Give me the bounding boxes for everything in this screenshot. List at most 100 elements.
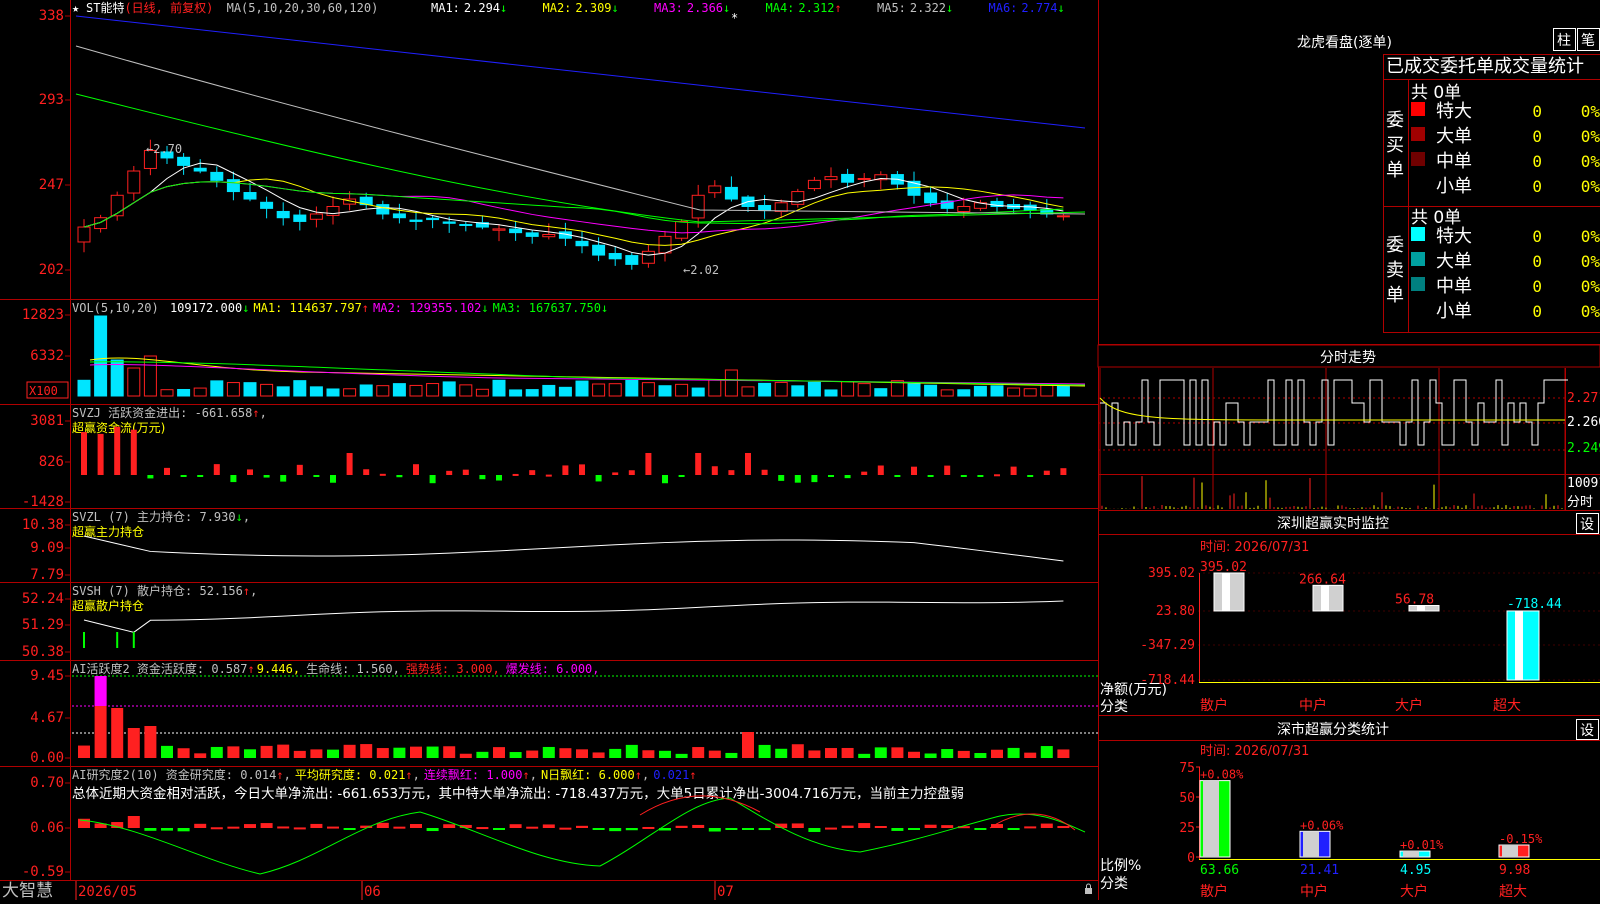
vol-ma1: MA1: 114637.797: [253, 301, 361, 315]
flow-bar: [911, 466, 917, 475]
research-bar: [177, 828, 190, 832]
candle-down: [724, 186, 738, 200]
flow-bar: [977, 475, 984, 477]
flow-bar: [745, 453, 751, 475]
flow-bar: [579, 464, 585, 475]
volume-bar: [343, 388, 357, 397]
activity-bar: [393, 747, 406, 758]
classify-y-tick: 50: [1179, 791, 1195, 806]
classify-title: 深市超赢分类统计: [1277, 721, 1389, 738]
activity-bar: [659, 750, 671, 758]
flow-bar: [662, 475, 668, 484]
activity-bar: [692, 747, 705, 758]
intraday-y-tick: 2.249: [1567, 441, 1600, 456]
volume-bar: [193, 387, 207, 397]
activity-bar: [576, 749, 588, 758]
flow-bar: [529, 470, 536, 475]
research-bar: [592, 828, 605, 830]
flow-bar: [180, 475, 187, 477]
volume-bar: [525, 389, 539, 397]
candle-down: [293, 214, 307, 222]
volume-bar: [774, 381, 788, 397]
activity-bar: [791, 744, 804, 758]
classify-ylabel: 比例%: [1100, 858, 1141, 874]
intraday-vol-tick: 10091: [1567, 476, 1600, 491]
volume-bar: [110, 359, 124, 397]
volume-bar: [77, 379, 91, 397]
activity-bar: [941, 749, 954, 758]
activity-bar: [144, 726, 157, 758]
order-pct: 0%: [1581, 277, 1600, 296]
y-tick-label: 293: [39, 92, 64, 108]
activity-bar: [874, 747, 887, 758]
volume-bar: [691, 387, 705, 397]
candle-up: [957, 206, 971, 213]
activity-bar: [343, 744, 356, 758]
dragon-subtitle: 已成交委托单成交量统计: [1386, 56, 1584, 77]
bar-value-label: 4.95: [1400, 863, 1431, 878]
candle-up: [708, 185, 722, 194]
volume-bar: [160, 389, 174, 397]
volume-bar: [724, 369, 738, 397]
ma-arrow: ↓: [946, 1, 953, 15]
activity-bar: [509, 752, 522, 758]
volume-bar: [1023, 388, 1037, 397]
vol-header: VOL(5,10,20) 109172.000↓ MA1: 114637.797↑…: [72, 301, 608, 315]
bar-change-label: +0.06%: [1300, 818, 1344, 832]
order-count: 0: [1532, 252, 1542, 271]
research-bar: [426, 828, 439, 832]
vol-unit: X100: [29, 384, 58, 398]
research-bar: [260, 823, 273, 828]
y-tick-label: 6332: [30, 348, 64, 364]
volume-bar: [177, 388, 191, 397]
volume-bar: [475, 388, 489, 397]
volume-bar: [392, 383, 406, 397]
order-size-label: 小单: [1436, 176, 1472, 197]
volume-bar: [857, 383, 871, 397]
monitor-y-tick: 23.80: [1156, 604, 1195, 619]
ma-arrow: ↑: [835, 1, 842, 15]
star-icon[interactable]: ★: [72, 1, 79, 15]
ai2-summary: 总体近期大资金相对活跃，今日大单净流出: -661.653万元，其中特大单净流出…: [72, 785, 964, 802]
candle-up: [691, 194, 705, 219]
intraday-vol-unit: 分时: [1567, 495, 1593, 510]
order-count: 0: [1532, 177, 1542, 196]
candle-down: [193, 167, 207, 172]
research-bar: [708, 828, 721, 832]
flow-bar: [678, 475, 685, 477]
volume-bar: [1040, 384, 1054, 397]
volume-bar: [741, 386, 755, 397]
research-bar: [393, 826, 406, 829]
monitor-y-tick: -347.29: [1140, 638, 1195, 653]
ai1-header: AI活跃度2 资金活跃度: 0.587↑ 9.446, 生命线: 1.560, 强势线…: [72, 661, 600, 676]
volume-bar: [558, 386, 572, 397]
ma-arrow: ↓: [500, 1, 507, 15]
volume-bar: [625, 379, 639, 397]
flow-bar: [612, 472, 619, 475]
activity-bar: [775, 748, 788, 758]
activity-bar: [376, 748, 389, 758]
candle-up: [492, 228, 506, 231]
research-bar: [443, 824, 456, 828]
stock-name[interactable]: ST能特: [86, 0, 124, 15]
bar-category: 中户: [1300, 883, 1328, 900]
order-count: 0: [1532, 102, 1542, 121]
flow-bar: [346, 453, 353, 475]
activity-bar: [476, 751, 489, 758]
candle-down: [442, 221, 456, 224]
x-tick-label: 06: [364, 884, 381, 900]
volume-bar: [791, 385, 805, 397]
volume-bar: [509, 389, 523, 397]
flow-bar: [960, 475, 967, 477]
flow-bar: [164, 467, 170, 475]
chart-mode[interactable]: (日线, 前复权): [124, 0, 213, 15]
vol-ma3: MA3: 167637.750: [493, 301, 601, 315]
flow-bar: [1027, 475, 1034, 477]
bar-category: 中户: [1299, 697, 1327, 714]
activity-bar: [758, 744, 771, 758]
y-tick-label: -1428: [22, 494, 64, 510]
legend-swatch: [1411, 152, 1425, 166]
research-bar: [127, 816, 140, 828]
volume-bar: [210, 380, 224, 397]
research-bar: [825, 827, 837, 830]
